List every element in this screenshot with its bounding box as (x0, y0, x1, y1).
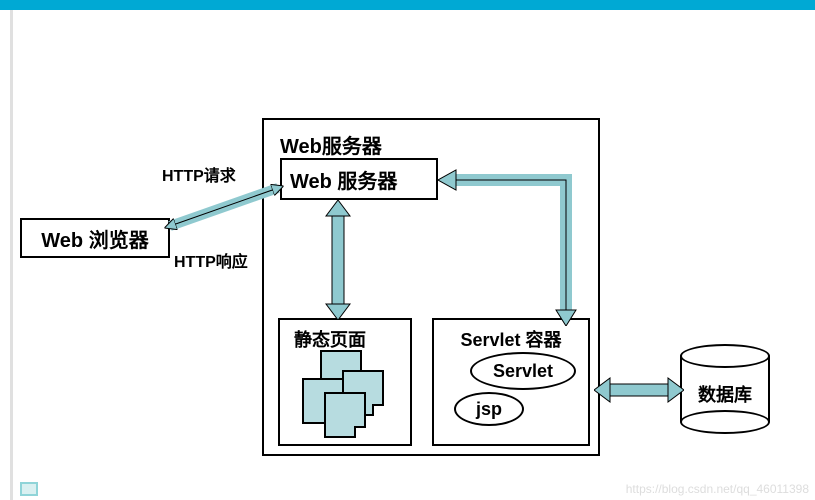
jsp-oval: jsp (454, 392, 524, 426)
http-response-label: HTTP响应 (174, 248, 248, 272)
database: 数据库 (680, 344, 770, 434)
arrow-servlet-db (594, 372, 684, 408)
database-label: 数据库 (680, 381, 770, 407)
servlet-oval: Servlet (470, 352, 576, 390)
browser-box: Web 浏览器 (20, 218, 170, 258)
static-pages-label: 静态页面 (294, 326, 366, 352)
arrow-server-static (318, 200, 358, 320)
watermark: https://blog.csdn.net/qq_46011398 (626, 482, 809, 496)
arrow-servlet-to-server (438, 166, 578, 326)
diagram-canvas: Web服务器 Web 服务器 Web 浏览器 HTTP请求 HTTP响应 静态页… (0, 0, 815, 500)
web-server-label: Web 服务器 (290, 165, 397, 194)
servlet-container-label: Servlet 容器 (460, 326, 561, 352)
server-container-title: Web服务器 (280, 130, 382, 159)
servlet-label: Servlet (493, 361, 553, 382)
web-server-box: Web 服务器 (280, 158, 438, 200)
pages-icon (292, 350, 392, 440)
browser-label: Web 浏览器 (41, 224, 148, 253)
bottom-left-marker (20, 482, 38, 496)
jsp-label: jsp (476, 399, 502, 420)
arrow-browser-server (160, 178, 290, 238)
